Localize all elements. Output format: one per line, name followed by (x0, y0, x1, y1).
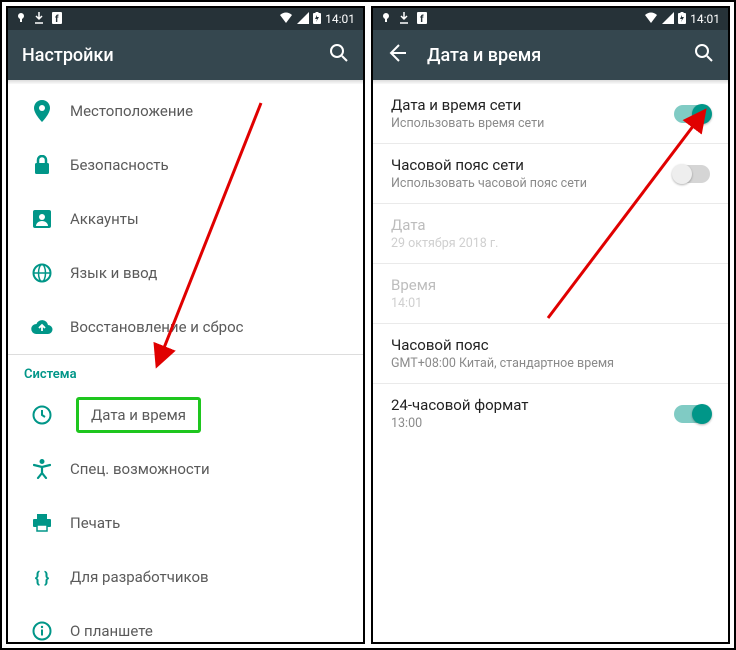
section-header-system: Система (8, 354, 363, 388)
status-bar: f 14:01 (8, 8, 363, 30)
account-icon (24, 210, 60, 228)
accessibility-icon (24, 459, 60, 479)
settings-item-label: Спец. возможности (60, 460, 347, 478)
settings-item-accounts[interactable]: Аккаунты (8, 192, 363, 246)
search-icon[interactable] (329, 43, 349, 68)
settings-item-developer[interactable]: { } Для разработчиков (8, 550, 363, 604)
location-icon (24, 100, 60, 122)
setting-network-timezone[interactable]: Часовой пояс сети Использовать часовой п… (373, 144, 728, 203)
setting-title: Время (391, 276, 710, 294)
settings-item-print[interactable]: Печать (8, 496, 363, 550)
backup-icon (24, 319, 60, 335)
signal-icon (297, 12, 309, 27)
settings-item-about[interactable]: О планшете (8, 604, 363, 642)
battery-icon (313, 12, 321, 27)
battery-icon (678, 12, 686, 27)
app-bar-title: Настройки (22, 45, 309, 66)
status-time: 14:01 (690, 12, 720, 26)
settings-item-label: Восстановление и сброс (60, 318, 347, 336)
clock-icon (24, 405, 60, 425)
download-icon (399, 12, 409, 27)
toggle-network-timezone[interactable] (674, 165, 710, 183)
settings-item-label: Аккаунты (60, 210, 347, 228)
settings-screen: f 14:01 Настройки (6, 6, 365, 644)
setting-subtitle: 29 октября 2018 г. (391, 236, 710, 251)
toggle-24h-format[interactable] (674, 405, 710, 423)
settings-item-datetime[interactable]: Дата и время (8, 388, 363, 442)
settings-item-label: Дата и время (60, 406, 347, 424)
wifi-icon (279, 12, 293, 27)
svg-text:f: f (420, 14, 424, 24)
facebook-icon: f (52, 12, 62, 27)
app-bar-title: Дата и время (427, 45, 674, 66)
setting-subtitle: GMT+08:00 Китай, стандартное время (391, 356, 710, 371)
settings-item-label: Печать (60, 514, 347, 532)
signal-icon (662, 12, 674, 27)
settings-item-accessibility[interactable]: Спец. возможности (8, 442, 363, 496)
setting-title: Дата и время сети (391, 96, 674, 114)
status-bar: f 14:01 (373, 8, 728, 30)
settings-item-language[interactable]: Язык и ввод (8, 246, 363, 300)
facebook-icon: f (417, 12, 427, 27)
setting-subtitle: 13:00 (391, 416, 674, 431)
settings-item-label: Местоположение (60, 102, 347, 120)
settings-list: Местоположение Безопасность Аккаунты Язы… (8, 84, 363, 642)
search-icon[interactable] (694, 43, 714, 68)
settings-item-label: Для разработчиков (60, 568, 347, 586)
toggle-network-time[interactable] (674, 105, 710, 123)
settings-item-security[interactable]: Безопасность (8, 138, 363, 192)
keyhole-icon (16, 12, 26, 27)
print-icon (24, 514, 60, 532)
app-bar: Настройки (8, 30, 363, 80)
setting-subtitle: 14:01 (391, 296, 710, 311)
lock-icon (24, 155, 60, 175)
setting-title: 24-часовой формат (391, 396, 674, 414)
keyhole-icon (381, 12, 391, 27)
setting-network-time[interactable]: Дата и время сети Использовать время сет… (373, 84, 728, 143)
setting-date: Дата 29 октября 2018 г. (373, 204, 728, 263)
dev-icon: { } (24, 568, 60, 587)
info-icon (24, 621, 60, 641)
setting-24h-format[interactable]: 24-часовой формат 13:00 (373, 384, 728, 443)
setting-subtitle: Использовать часовой пояс сети (391, 176, 674, 191)
setting-timezone[interactable]: Часовой пояс GMT+08:00 Китай, стандартно… (373, 324, 728, 383)
globe-icon (24, 263, 60, 283)
setting-title: Часовой пояс (391, 336, 710, 354)
status-time: 14:01 (325, 12, 355, 26)
datetime-list: Дата и время сети Использовать время сет… (373, 84, 728, 642)
settings-item-label: О планшете (60, 622, 347, 640)
app-bar: Дата и время (373, 30, 728, 80)
setting-title: Часовой пояс сети (391, 156, 674, 174)
setting-time: Время 14:01 (373, 264, 728, 323)
settings-item-backup[interactable]: Восстановление и сброс (8, 300, 363, 354)
datetime-screen: f 14:01 Дата и время (371, 6, 730, 644)
settings-item-label: Безопасность (60, 156, 347, 174)
back-icon[interactable] (387, 43, 407, 68)
svg-text:f: f (55, 14, 59, 24)
setting-subtitle: Использовать время сети (391, 116, 674, 131)
settings-item-label: Язык и ввод (60, 264, 347, 282)
download-icon (34, 12, 44, 27)
wifi-icon (644, 12, 658, 27)
setting-title: Дата (391, 216, 710, 234)
highlight-box: Дата и время (76, 397, 201, 433)
settings-item-location[interactable]: Местоположение (8, 84, 363, 138)
